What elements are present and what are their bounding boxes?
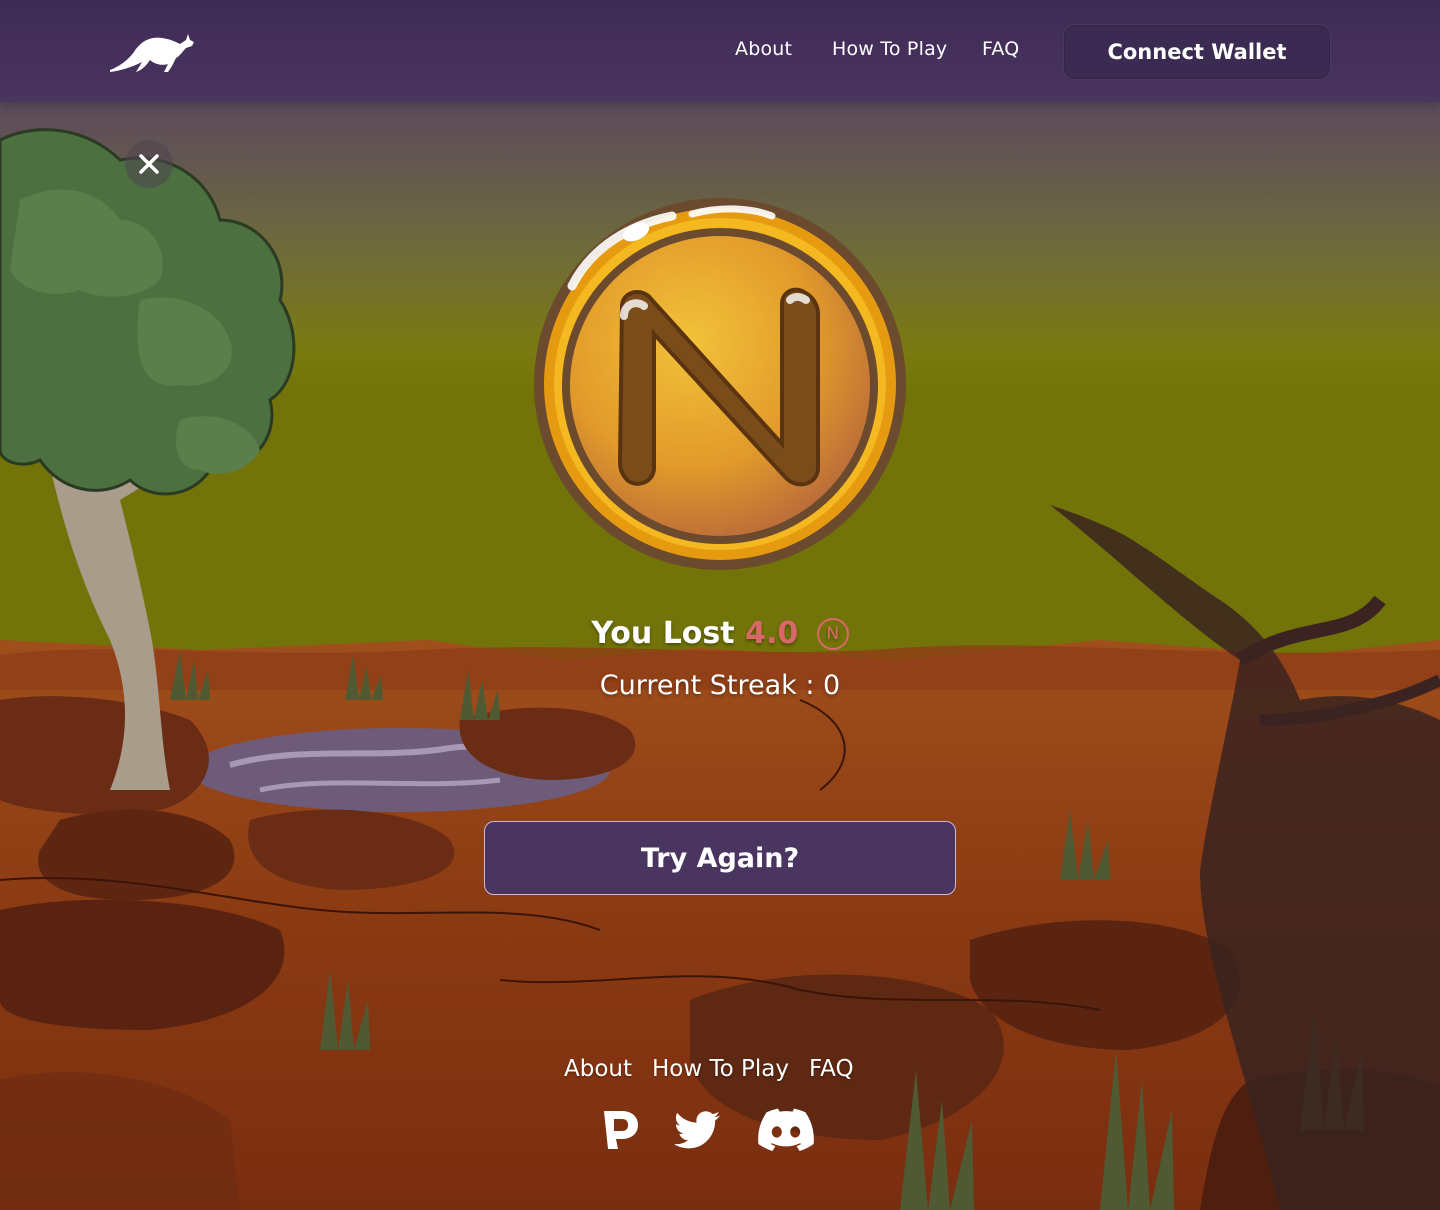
near-coin-icon	[534, 198, 906, 570]
top-navbar: About How To Play FAQ Connect Wallet	[0, 0, 1440, 102]
footer-about-link[interactable]: About	[564, 1056, 632, 1082]
kangaroo-logo-icon[interactable]	[106, 26, 198, 76]
connect-wallet-button[interactable]: Connect Wallet	[1063, 24, 1331, 80]
lost-amount: 4.0	[745, 616, 799, 651]
try-again-button[interactable]: Try Again?	[484, 821, 956, 895]
discord-icon[interactable]	[758, 1105, 814, 1155]
nav-faq-link[interactable]: FAQ	[982, 38, 1019, 60]
footer-how-to-play-link[interactable]: How To Play	[652, 1056, 789, 1082]
close-button[interactable]	[125, 140, 173, 188]
result-heading: You Lost 4.0 N	[0, 616, 1440, 651]
close-icon	[139, 154, 159, 174]
twitter-icon[interactable]	[672, 1105, 722, 1155]
near-currency-icon: N	[816, 618, 849, 650]
nav-about-link[interactable]: About	[735, 38, 792, 60]
result-prefix: You Lost	[591, 616, 735, 651]
nav-how-to-play-link[interactable]: How To Play	[832, 38, 947, 60]
paras-icon[interactable]	[600, 1105, 640, 1155]
outback-background	[0, 0, 1440, 1210]
current-streak: Current Streak : 0	[599, 670, 841, 701]
footer-faq-link[interactable]: FAQ	[809, 1056, 854, 1082]
